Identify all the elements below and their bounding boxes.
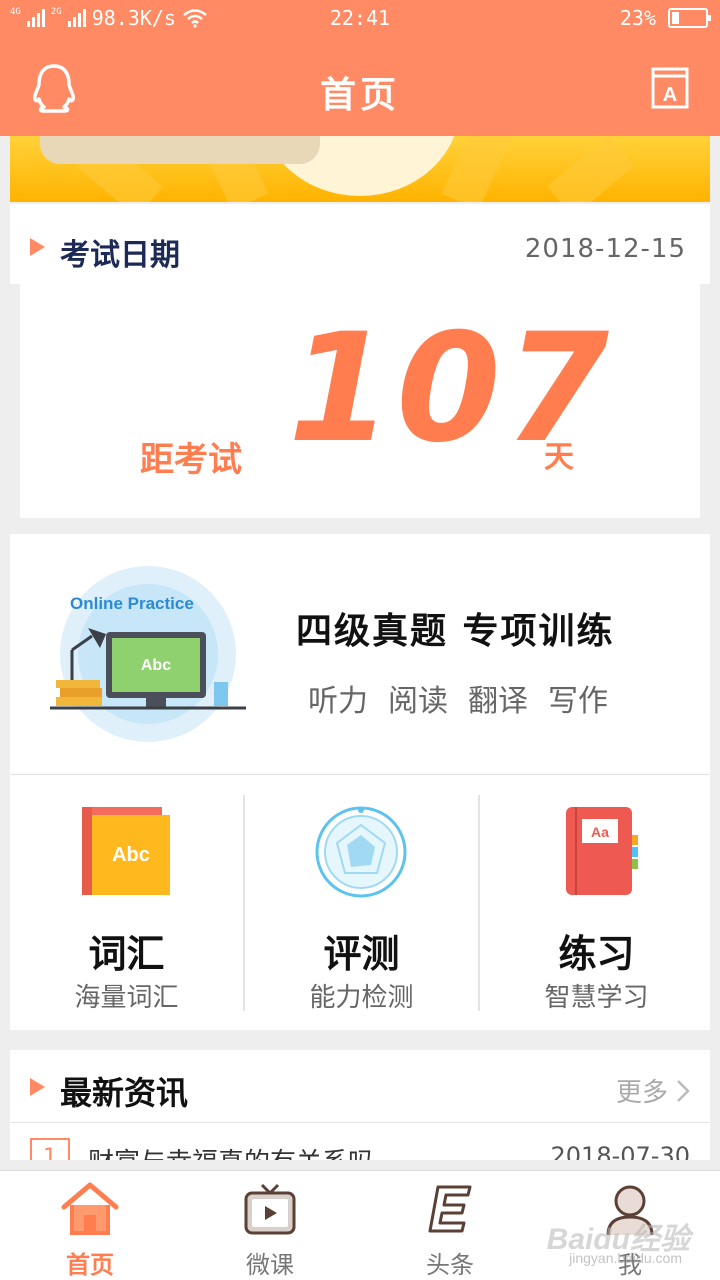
radar-chart-icon	[315, 806, 407, 898]
feature-assessment[interactable]: 评测 能力检测	[245, 775, 478, 1031]
home-icon	[61, 1182, 119, 1235]
online-practice-illustration: Abc	[50, 566, 246, 742]
practice-skills: 听力 阅读 翻译 写作	[308, 676, 608, 720]
page-title: 首页	[319, 75, 400, 116]
news-item-date: 2018-07-30	[550, 1142, 690, 1160]
feature-desc: 海量词汇	[74, 983, 179, 1013]
countdown-prefix: 距考试	[140, 440, 242, 480]
feature-name: 评测	[323, 932, 400, 976]
online-practice-label: Online Practice	[70, 594, 194, 613]
tab-headlines[interactable]: 头条	[360, 1171, 540, 1280]
section-marker-icon	[30, 1078, 45, 1096]
feature-practice[interactable]: Aa 练习 智慧学习	[480, 775, 713, 1031]
feature-vocabulary[interactable]: Abc 词汇 海量词汇	[10, 775, 243, 1031]
status-right: 23%	[619, 6, 711, 30]
news-section: 最新资讯 更多 1 财富与幸福真的有关系吗 2018-07-30	[10, 1050, 710, 1160]
skill-translation[interactable]: 翻译	[468, 676, 528, 720]
news-item-headline: 财富与幸福真的有关系吗	[88, 1142, 374, 1160]
abc-book-icon: Abc	[82, 807, 170, 895]
news-more-link[interactable]: 更多	[616, 1072, 690, 1109]
tab-label: 头条	[426, 1251, 474, 1279]
feature-name: 练习	[558, 932, 635, 976]
exam-countdown: 距考试 107 天	[20, 284, 700, 518]
exam-date-header: 考试日期 2018-12-15	[10, 204, 710, 284]
tab-label: 首页	[66, 1251, 114, 1279]
more-label: 更多	[615, 1078, 668, 1108]
app-header: 首页 A	[0, 36, 720, 136]
svg-text:Aa: Aa	[591, 824, 609, 840]
banner-books	[40, 136, 320, 164]
battery-percent: 23%	[619, 6, 656, 30]
news-item-index: 1	[30, 1138, 70, 1160]
book-a-icon[interactable]: A	[650, 66, 690, 110]
watermark-url: jingyan.baidu.com	[569, 1250, 682, 1266]
status-bar: 4G 2G 98.3K/s 22:41 23%	[0, 0, 720, 36]
skill-listening[interactable]: 听力	[308, 676, 368, 720]
tab-label: 微课	[246, 1251, 294, 1279]
battery-fill	[672, 12, 680, 24]
svg-text:Abc: Abc	[112, 844, 150, 866]
skill-reading[interactable]: 阅读	[388, 676, 448, 720]
feature-name: 词汇	[88, 932, 165, 976]
e-letter-icon	[428, 1185, 472, 1233]
practice-card[interactable]: Abc Online Practice 四级真题 专项训练 听力 阅读 翻译 写…	[10, 534, 710, 774]
news-item[interactable]: 1 财富与幸福真的有关系吗 2018-07-30	[30, 1138, 690, 1160]
svg-text:A: A	[663, 84, 677, 106]
feature-desc: 智慧学习	[544, 983, 649, 1013]
status-time: 22:41	[329, 6, 391, 30]
exam-date-label: 考试日期	[60, 238, 180, 273]
skill-writing[interactable]: 写作	[548, 676, 608, 720]
chevron-right-icon	[677, 1079, 690, 1102]
exam-date-value: 2018-12-15	[524, 234, 686, 264]
tab-microclass[interactable]: 微课	[180, 1171, 360, 1280]
practice-title: 四级真题 专项训练	[296, 611, 615, 652]
battery-icon	[668, 8, 711, 28]
feature-desc: 能力检测	[309, 983, 414, 1013]
divider	[10, 1122, 710, 1123]
tv-play-icon	[244, 1183, 296, 1235]
tab-home[interactable]: 首页	[0, 1171, 180, 1280]
notebook-icon: Aa	[566, 807, 638, 895]
banner-image[interactable]	[10, 136, 710, 202]
countdown-unit: 天	[544, 440, 574, 475]
illustration-screen-text: Abc	[141, 657, 171, 674]
news-title: 最新资讯	[60, 1074, 189, 1112]
section-marker-icon	[30, 238, 45, 256]
feature-grid: Abc 词汇 海量词汇 评测 能力检测 Aa 练习 智慧学习	[10, 774, 710, 1030]
